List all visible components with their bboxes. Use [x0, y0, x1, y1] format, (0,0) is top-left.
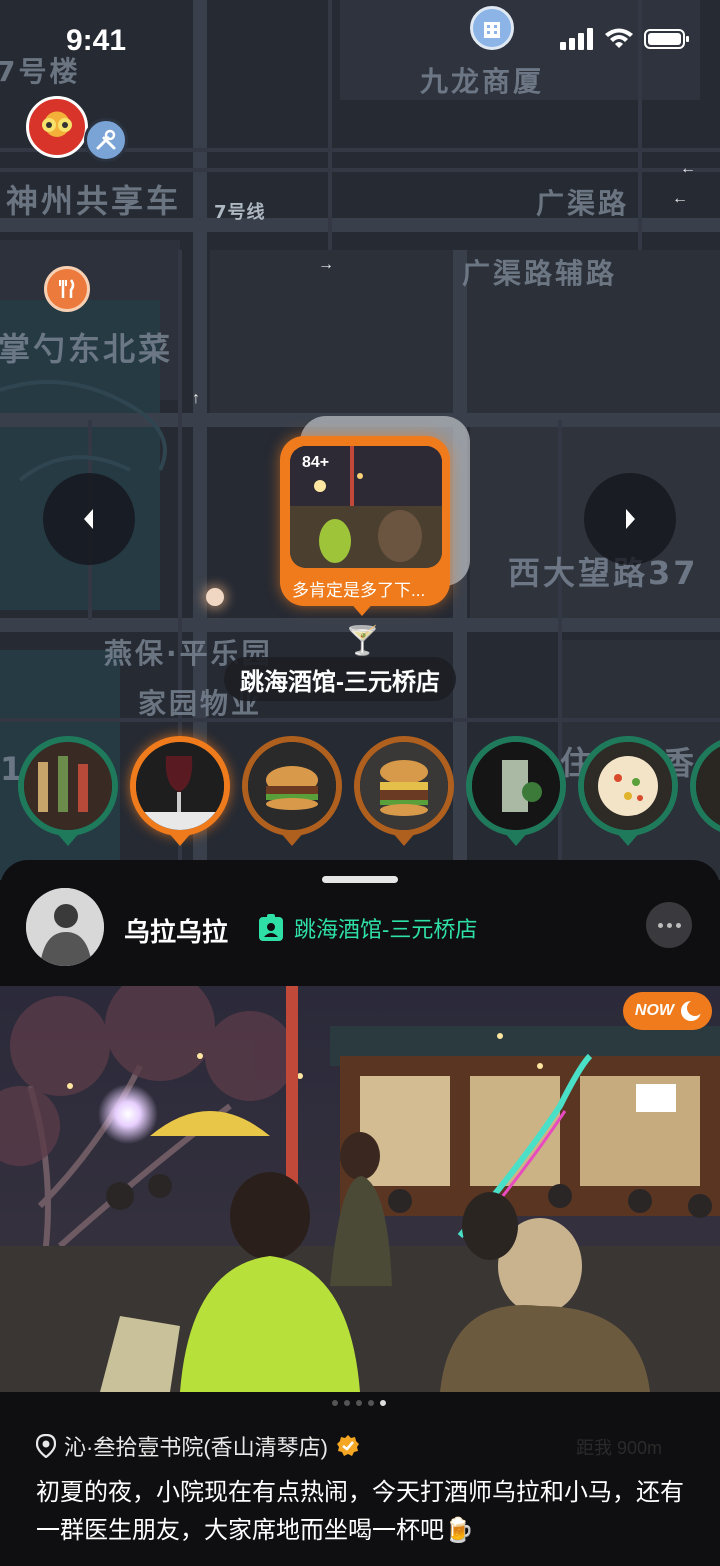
- post-location[interactable]: 沁·叁拾壹书院(香山清琴店): [36, 1430, 360, 1462]
- author-avatar[interactable]: [26, 888, 104, 966]
- post-location-label: 沁·叁拾壹书院(香山清琴店): [64, 1435, 328, 1460]
- bubble-partial[interactable]: [690, 736, 720, 836]
- nearby-posts-row[interactable]: [0, 736, 720, 856]
- bubble-burger-stack[interactable]: [354, 736, 454, 836]
- map-label-zhangshao: 掌勺东北菜: [0, 330, 174, 368]
- bubble-wine-glass[interactable]: [130, 736, 230, 836]
- post-count-badge: 84+: [302, 454, 330, 471]
- now-badge-label: NOW: [634, 1002, 674, 1019]
- venue-tag[interactable]: 跳海酒馆-三元桥店: [258, 912, 477, 944]
- author-name[interactable]: 乌拉乌拉: [124, 912, 228, 949]
- post-pin-caption: 多肯定是多了下...: [292, 581, 426, 600]
- bubble-cocktail[interactable]: [466, 736, 566, 836]
- chevron-left-icon: [84, 509, 93, 529]
- post-detail-sheet[interactable]: 乌拉乌拉 跳海酒馆-三元桥店 NOW 沁·叁拾壹书院(香山清琴店) 距我 900…: [0, 860, 720, 1566]
- tools-icon[interactable]: [84, 118, 128, 162]
- wifi-icon: [605, 28, 633, 48]
- my-avatar[interactable]: [26, 96, 88, 158]
- restaurant-poi-icon[interactable]: [44, 266, 90, 312]
- venue-tag-label: 跳海酒馆-三元桥店: [294, 917, 478, 942]
- map-label-line7: 7号线: [214, 202, 266, 223]
- bubble-bar-bottles[interactable]: [18, 736, 118, 836]
- now-badge: NOW: [622, 992, 712, 1030]
- building-poi-icon[interactable]: [470, 6, 514, 50]
- chevron-right-icon: [626, 509, 635, 529]
- post-pin-tail: [348, 600, 376, 616]
- map-label-guangqu: 广渠路: [536, 187, 630, 220]
- road-arrow-icon: →: [318, 256, 334, 273]
- road-arrow-icon: ←: [680, 160, 696, 177]
- more-icon: [657, 922, 663, 928]
- post-body-text: 初夏的夜，小院现在有点热闹，今天打酒师乌拉和小马，还有一群医生朋友，大家席地而坐…: [36, 1479, 684, 1544]
- venue-map-label[interactable]: 跳海酒馆-三元桥店: [224, 657, 456, 701]
- map-view[interactable]: 7号楼 九龙商厦 神州共享车 7号线 广渠路 广渠路辅路 掌勺东北菜 西大望路3…: [0, 0, 720, 880]
- photo-page-indicator: [332, 1400, 386, 1406]
- cellular-signal-icon: [560, 28, 593, 50]
- more-options-button[interactable]: [646, 902, 692, 948]
- verified-icon: [336, 1435, 359, 1456]
- cocktail-icon: 🍸: [345, 625, 380, 656]
- badge-icon: [259, 914, 283, 941]
- road-arrow-icon: ←: [672, 190, 688, 207]
- battery-icon: [644, 29, 689, 49]
- post-photo-image: [0, 986, 720, 1392]
- status-time: 9:41: [66, 24, 127, 57]
- post-pin-photo: 84+: [290, 446, 442, 568]
- my-location-dot: [206, 588, 224, 606]
- next-button[interactable]: [584, 473, 676, 565]
- previous-button[interactable]: [43, 473, 135, 565]
- bubble-burger[interactable]: [242, 736, 342, 836]
- avatar-face-icon: [42, 118, 72, 132]
- map-label-guangqu-fu: 广渠路辅路: [462, 257, 618, 290]
- location-pin-icon: [36, 1434, 56, 1458]
- distance-label: 距我 900m: [576, 1438, 663, 1458]
- bubble-pizza[interactable]: [578, 736, 678, 836]
- sheet-drag-handle[interactable]: [322, 876, 398, 883]
- moon-icon: [681, 1000, 702, 1021]
- post-photo[interactable]: NOW: [0, 986, 720, 1392]
- status-bar: 9:41: [0, 0, 720, 84]
- post-pin[interactable]: 84+ 多肯定是多了下...: [280, 436, 450, 606]
- road-arrow-icon: ↑: [192, 390, 200, 407]
- map-label-shenzhou: 神州共享车: [6, 182, 182, 220]
